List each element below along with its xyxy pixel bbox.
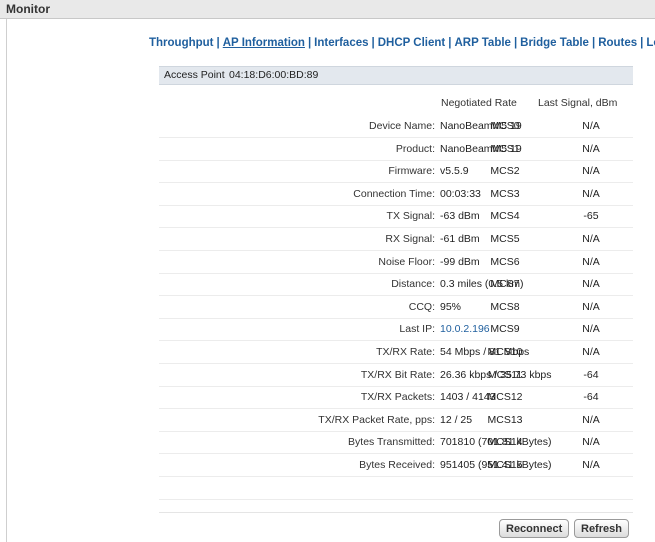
field-label: TX/RX Packets:	[360, 391, 435, 404]
access-point-header: Access Point 04:18:D6:00:BD:89	[159, 66, 633, 85]
nav-separator: |	[216, 37, 220, 49]
nav-throughput[interactable]: Throughput	[149, 37, 214, 49]
negotiated-rate-cell: MCS7	[490, 278, 520, 291]
table-row: Connection Time: 00:03:33 MCS3 N/A	[159, 183, 633, 206]
last-signal-cell: N/A	[582, 278, 600, 291]
nav-ap-information[interactable]: AP Information	[223, 37, 305, 49]
field-label: Device Name:	[369, 120, 435, 132]
last-signal-cell: N/A	[582, 233, 600, 245]
field-label: CCQ:	[408, 300, 435, 313]
table-row: Device Name: NanoBeamM5 19 MCS0 N/A	[159, 115, 633, 138]
field-value: 95%	[440, 300, 462, 313]
negotiated-rate-cell: MCS0	[490, 120, 520, 132]
nav-arp-table[interactable]: ARP Table	[454, 37, 510, 49]
field-label: RX Signal:	[385, 233, 435, 245]
table-row: TX/RX Rate: 54 Mbps / 81 Mbps MCS10 N/A	[159, 341, 633, 364]
nav-separator: |	[307, 37, 312, 49]
table-row	[159, 477, 633, 500]
negotiated-rate-cell: MCS11	[487, 368, 523, 381]
table-row: CCQ: 95% MCS8 N/A	[159, 296, 633, 319]
last-signal-cell: N/A	[582, 459, 600, 471]
negotiated-rate-cell: MCS1	[490, 142, 520, 155]
negotiated-rate-cell: MCS8	[490, 300, 520, 313]
negotiated-rate-cell: MCS13	[487, 413, 523, 426]
refresh-button[interactable]: Refresh	[574, 519, 629, 538]
nav-bridge-table[interactable]: Bridge Table	[520, 37, 589, 49]
last-signal-cell: -64	[583, 368, 599, 381]
table-row: Firmware: v5.5.9 MCS2 N/A	[159, 160, 633, 184]
field-label: Bytes Received:	[359, 459, 435, 471]
nav-separator: |	[371, 37, 375, 49]
negotiated-rate-cell: MCS9	[490, 323, 520, 336]
negotiated-rate-cell: MCS4	[490, 210, 520, 223]
negotiated-rate-cell: MCS3	[490, 187, 520, 200]
access-point-mac: 04:18:D6:00:BD:89	[229, 69, 319, 81]
table-row: TX/RX Packets: 1403 / 4143 MCS12 -64	[159, 386, 633, 410]
table-row: TX/RX Bit Rate: 26.36 kbps / 35.73 kbps MC…	[159, 364, 633, 387]
field-label: Distance:	[391, 278, 435, 291]
field-label: TX Signal:	[386, 210, 435, 223]
last-signal-header: Last Signal, dBm	[538, 97, 618, 109]
table-row: TX Signal: -63 dBm MCS4 -65	[159, 205, 633, 229]
reconnect-button[interactable]: Reconnect	[499, 519, 570, 538]
monitor-nav: Throughput | AP Information | Interfaces | DHC…	[149, 37, 655, 49]
left-border	[6, 19, 7, 542]
field-label: TX/RX Packet Rate, pps:	[318, 413, 435, 426]
last-signal-cell: N/A	[582, 165, 600, 178]
last-signal-cell: N/A	[582, 255, 600, 268]
last-signal-cell: N/A	[582, 187, 600, 200]
table-row: Product: NanoBeamM5 19 MCS1 N/A	[159, 138, 633, 161]
monitor-title: Monitor	[6, 2, 50, 16]
field-label: Connection Time:	[353, 187, 435, 200]
negotiated-rate-cell: MCS15	[487, 459, 523, 471]
field-label: TX/RX Rate:	[376, 346, 435, 358]
table-row: Distance: 0.3 miles (0.5 km) MCS7 N/A	[159, 273, 633, 297]
last-signal-cell: N/A	[582, 436, 600, 449]
last-signal-cell: N/A	[582, 413, 600, 426]
last-signal-cell: N/A	[582, 300, 600, 313]
table-row: Noise Floor: -99 dBm MCS6 N/A	[159, 251, 633, 274]
last-signal-cell: -64	[583, 391, 599, 404]
last-signal-cell: N/A	[582, 120, 600, 132]
nav-separator: |	[640, 37, 644, 49]
access-point-label: Access Point	[164, 69, 225, 81]
negotiated-rate-header: Negotiated Rate	[441, 97, 517, 109]
field-label: Last IP:	[399, 323, 435, 336]
field-label: Bytes Transmitted:	[348, 436, 435, 449]
table-row: Bytes Transmitted: 701810 (701.81 kBytes)…	[159, 431, 633, 455]
nav-separator: |	[591, 37, 596, 49]
negotiated-rate-cell: MCS2	[490, 165, 520, 178]
last-signal-cell: N/A	[582, 346, 600, 358]
table-row: TX/RX Packet Rate, pps: 12 / 25 MCS13 N/A	[159, 409, 633, 432]
nav-separator: |	[513, 37, 518, 49]
monitor-page: Monitor Throughput | AP Information | Interf…	[0, 0, 655, 542]
table-row: RX Signal: -61 dBm MCS5 N/A	[159, 228, 633, 251]
field-label: TX/RX Bit Rate:	[360, 368, 435, 381]
table-row: Bytes Received: 951405 (951.41 kBytes) MCS…	[159, 454, 633, 477]
nav-interfaces[interactable]: Interfaces	[314, 37, 368, 49]
negotiated-rate-cell: MCS14	[487, 436, 523, 449]
field-label: Product:	[395, 142, 435, 155]
nav-dhcp-client[interactable]: DHCP Client	[378, 37, 446, 49]
nav-routes[interactable]: Routes	[598, 37, 637, 49]
monitor-header: Monitor	[0, 0, 655, 19]
negotiated-rate-cell: MCS12	[487, 391, 523, 404]
last-signal-cell: N/A	[582, 142, 600, 155]
last-signal-cell: -65	[583, 210, 599, 223]
table-divider	[159, 512, 633, 513]
negotiated-rate-cell: MCS6	[490, 255, 520, 268]
table-row: Last IP: 10.0.2.196 MCS9 N/A	[159, 318, 633, 342]
nav-log[interactable]: Log	[646, 37, 655, 49]
field-label: Noise Floor:	[378, 255, 435, 268]
last-signal-cell: N/A	[582, 323, 600, 336]
field-label: Firmware:	[388, 165, 435, 178]
negotiated-rate-cell: MCS5	[490, 233, 520, 245]
negotiated-rate-cell: MCS10	[487, 346, 523, 358]
